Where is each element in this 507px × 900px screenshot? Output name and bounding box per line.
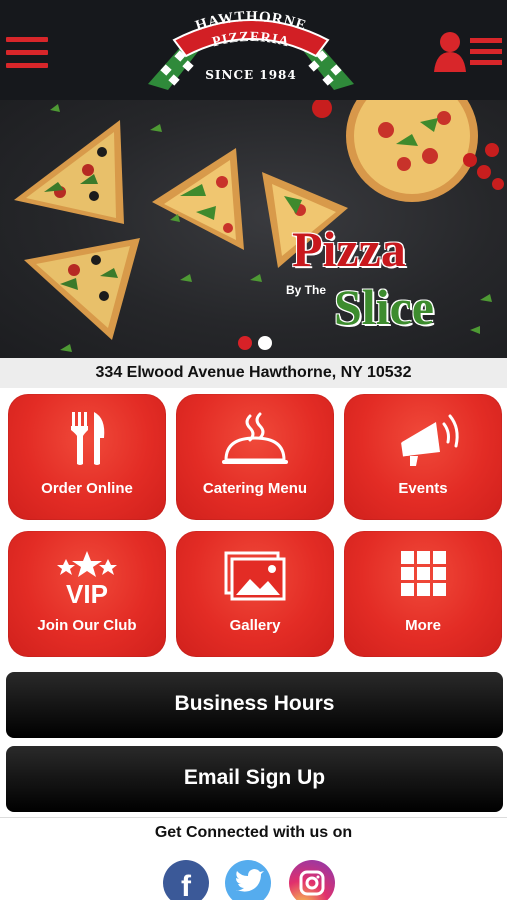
top-header: HAWTHORNE PIZZERIA SINCE 1984 [0, 0, 507, 100]
facebook-icon[interactable]: f [163, 860, 209, 900]
email-sign-up-button[interactable]: Email Sign Up [6, 746, 503, 812]
join-our-club-label: Join Our Club [37, 617, 137, 634]
megaphone-icon [344, 412, 502, 466]
catering-menu-label: Catering Menu [202, 480, 308, 497]
pizzeria-logo[interactable]: HAWTHORNE PIZZERIA SINCE 1984 [140, 4, 362, 96]
cloche-icon [176, 412, 334, 466]
svg-text:f: f [181, 870, 192, 900]
catering-menu-tile[interactable]: Catering Menu [176, 394, 334, 520]
carousel-dot-2[interactable] [258, 336, 272, 350]
gallery-tile[interactable]: Gallery [176, 531, 334, 657]
order-online-label: Order Online [41, 480, 133, 497]
app-screen: HAWTHORNE PIZZERIA SINCE 1984 Pizza By T… [0, 0, 507, 900]
section-divider [0, 817, 507, 818]
join-our-club-tile[interactable]: VIP Join Our Club [8, 531, 166, 657]
twitter-icon[interactable] [225, 860, 271, 900]
events-label: Events [398, 480, 448, 497]
more-label: More [405, 617, 441, 634]
fork-knife-icon [8, 412, 166, 466]
address-bar[interactable]: 334 Elwood Avenue Hawthorne, NY 10532 [0, 358, 507, 388]
gallery-label: Gallery [229, 617, 281, 634]
instagram-icon[interactable] [289, 860, 335, 900]
hamburger-menu-icon[interactable] [6, 37, 48, 71]
promo-title-pizza: Pizza [292, 221, 406, 277]
promo-title-by-the: By The [286, 283, 327, 297]
more-tile[interactable]: More [344, 531, 502, 657]
carousel-dot-1[interactable] [238, 336, 252, 350]
business-hours-button[interactable]: Business Hours [6, 672, 503, 738]
promo-title-slice: Slice [334, 279, 434, 335]
vip-stars-icon: VIP [8, 549, 166, 609]
svg-text:PIZZERIA: PIZZERIA [211, 30, 291, 50]
order-online-tile[interactable]: Order Online [8, 394, 166, 520]
grid-icon [344, 549, 502, 603]
logo-since-text: SINCE 1984 [205, 68, 297, 82]
svg-text:VIP: VIP [66, 579, 108, 603]
user-list-icon[interactable] [434, 30, 504, 74]
gallery-icon [176, 549, 334, 603]
events-tile[interactable]: Events [344, 394, 502, 520]
social-heading: Get Connected with us on [154, 824, 353, 841]
